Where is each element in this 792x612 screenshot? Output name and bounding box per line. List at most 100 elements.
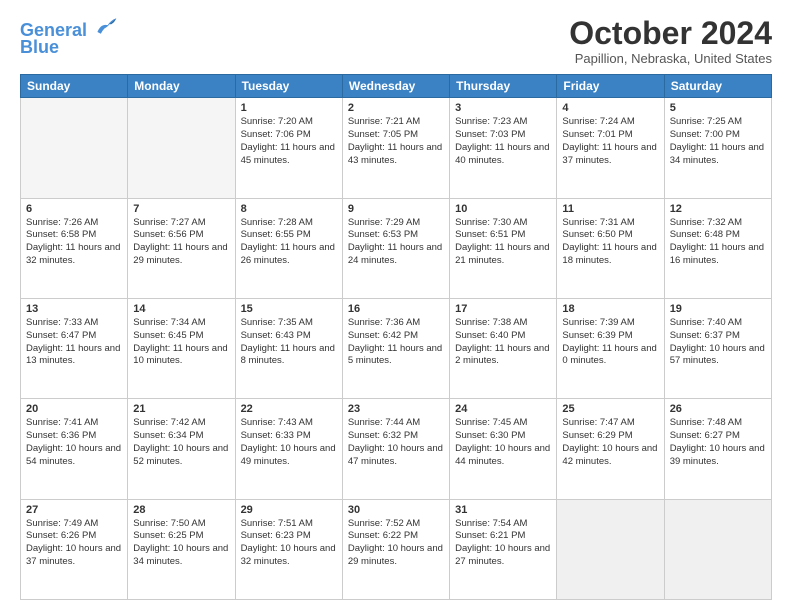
day-detail: Sunrise: 7:32 AMSunset: 6:48 PMDaylight:…	[670, 217, 766, 268]
col-header-thursday: Thursday	[450, 75, 557, 98]
calendar-cell: 22Sunrise: 7:43 AMSunset: 6:33 PMDayligh…	[235, 399, 342, 499]
day-detail: Sunrise: 7:36 AMSunset: 6:42 PMDaylight:…	[348, 317, 444, 368]
day-number: 5	[670, 102, 766, 114]
calendar-cell	[557, 499, 664, 599]
day-number: 17	[455, 303, 551, 315]
day-number: 24	[455, 403, 551, 415]
week-row-5: 27 Sunrise: 7:49 AMSunset: 6:26 PMDayligh…	[21, 499, 772, 599]
day-detail: Sunrise: 7:42 AMSunset: 6:34 PMDaylight:…	[133, 417, 229, 468]
week-row-1: 1 Sunrise: 7:20 AMSunset: 7:06 PMDaylight…	[21, 98, 772, 198]
day-number: 31	[455, 504, 551, 516]
day-number: 3	[455, 102, 551, 114]
calendar-cell: 23 Sunrise: 7:44 AMSunset: 6:32 PMDayligh…	[342, 399, 449, 499]
day-detail: Sunrise: 7:35 AMSunset: 6:43 PMDaylight:…	[241, 317, 337, 368]
day-number: 7	[133, 203, 229, 215]
day-detail: Sunrise: 7:27 AMSunset: 6:56 PMDaylight:…	[133, 217, 229, 268]
day-number: 6	[26, 203, 122, 215]
calendar-cell: 31 Sunrise: 7:54 AMSunset: 6:21 PMDayligh…	[450, 499, 557, 599]
calendar-cell: 19Sunrise: 7:40 AMSunset: 6:37 PMDayligh…	[664, 298, 771, 398]
day-number: 26	[670, 403, 766, 415]
day-detail: Sunrise: 7:38 AMSunset: 6:40 PMDaylight:…	[455, 317, 551, 368]
day-detail: Sunrise: 7:20 AMSunset: 7:06 PMDaylight:…	[241, 116, 337, 167]
day-number: 11	[562, 203, 658, 215]
calendar-cell	[664, 499, 771, 599]
day-number: 9	[348, 203, 444, 215]
calendar-table: SundayMondayTuesdayWednesdayThursdayFrid…	[20, 74, 772, 600]
day-detail: Sunrise: 7:51 AMSunset: 6:23 PMDaylight:…	[241, 518, 337, 569]
day-detail: Sunrise: 7:33 AMSunset: 6:47 PMDaylight:…	[26, 317, 122, 368]
calendar-cell: 6 Sunrise: 7:26 AMSunset: 6:58 PMDaylight…	[21, 198, 128, 298]
calendar-cell: 26 Sunrise: 7:48 AMSunset: 6:27 PMDayligh…	[664, 399, 771, 499]
day-detail: Sunrise: 7:28 AMSunset: 6:55 PMDaylight:…	[241, 217, 337, 268]
col-header-wednesday: Wednesday	[342, 75, 449, 98]
calendar-cell: 14 Sunrise: 7:34 AMSunset: 6:45 PMDayligh…	[128, 298, 235, 398]
day-detail: Sunrise: 7:24 AMSunset: 7:01 PMDaylight:…	[562, 116, 658, 167]
day-number: 1	[241, 102, 337, 114]
calendar-cell: 9Sunrise: 7:29 AMSunset: 6:53 PMDaylight…	[342, 198, 449, 298]
calendar-cell: 8 Sunrise: 7:28 AMSunset: 6:55 PMDaylight…	[235, 198, 342, 298]
week-row-4: 20 Sunrise: 7:41 AMSunset: 6:36 PMDayligh…	[21, 399, 772, 499]
day-number: 21	[133, 403, 229, 415]
col-header-saturday: Saturday	[664, 75, 771, 98]
day-number: 15	[241, 303, 337, 315]
calendar-cell: 7 Sunrise: 7:27 AMSunset: 6:56 PMDaylight…	[128, 198, 235, 298]
calendar-cell: 24 Sunrise: 7:45 AMSunset: 6:30 PMDayligh…	[450, 399, 557, 499]
day-detail: Sunrise: 7:54 AMSunset: 6:21 PMDaylight:…	[455, 518, 551, 569]
calendar-cell	[128, 98, 235, 198]
day-detail: Sunrise: 7:40 AMSunset: 6:37 PMDaylight:…	[670, 317, 766, 368]
day-number: 8	[241, 203, 337, 215]
day-number: 12	[670, 203, 766, 215]
calendar-cell: 12 Sunrise: 7:32 AMSunset: 6:48 PMDayligh…	[664, 198, 771, 298]
day-number: 14	[133, 303, 229, 315]
calendar-cell: 29 Sunrise: 7:51 AMSunset: 6:23 PMDayligh…	[235, 499, 342, 599]
logo-bird-icon	[94, 16, 118, 36]
day-detail: Sunrise: 7:21 AMSunset: 7:05 PMDaylight:…	[348, 116, 444, 167]
day-number: 22	[241, 403, 337, 415]
day-number: 18	[562, 303, 658, 315]
day-detail: Sunrise: 7:44 AMSunset: 6:32 PMDaylight:…	[348, 417, 444, 468]
day-detail: Sunrise: 7:31 AMSunset: 6:50 PMDaylight:…	[562, 217, 658, 268]
calendar-cell: 13Sunrise: 7:33 AMSunset: 6:47 PMDayligh…	[21, 298, 128, 398]
col-header-friday: Friday	[557, 75, 664, 98]
calendar-cell: 2 Sunrise: 7:21 AMSunset: 7:05 PMDaylight…	[342, 98, 449, 198]
day-number: 16	[348, 303, 444, 315]
calendar-cell: 1 Sunrise: 7:20 AMSunset: 7:06 PMDaylight…	[235, 98, 342, 198]
day-detail: Sunrise: 7:48 AMSunset: 6:27 PMDaylight:…	[670, 417, 766, 468]
calendar-cell: 21 Sunrise: 7:42 AMSunset: 6:34 PMDayligh…	[128, 399, 235, 499]
day-detail: Sunrise: 7:25 AMSunset: 7:00 PMDaylight:…	[670, 116, 766, 167]
calendar-cell: 30Sunrise: 7:52 AMSunset: 6:22 PMDayligh…	[342, 499, 449, 599]
calendar-cell: 28Sunrise: 7:50 AMSunset: 6:25 PMDayligh…	[128, 499, 235, 599]
day-detail: Sunrise: 7:45 AMSunset: 6:30 PMDaylight:…	[455, 417, 551, 468]
location: Papillion, Nebraska, United States	[569, 51, 772, 66]
calendar-cell: 16 Sunrise: 7:36 AMSunset: 6:42 PMDayligh…	[342, 298, 449, 398]
day-number: 27	[26, 504, 122, 516]
calendar-cell: 15 Sunrise: 7:35 AMSunset: 6:43 PMDayligh…	[235, 298, 342, 398]
day-detail: Sunrise: 7:34 AMSunset: 6:45 PMDaylight:…	[133, 317, 229, 368]
day-detail: Sunrise: 7:23 AMSunset: 7:03 PMDaylight:…	[455, 116, 551, 167]
header: General Blue October 2024 Papillion, Neb…	[20, 16, 772, 66]
day-detail: Sunrise: 7:39 AMSunset: 6:39 PMDaylight:…	[562, 317, 658, 368]
calendar-cell: 27 Sunrise: 7:49 AMSunset: 6:26 PMDayligh…	[21, 499, 128, 599]
day-number: 23	[348, 403, 444, 415]
col-header-monday: Monday	[128, 75, 235, 98]
month-title: October 2024	[569, 16, 772, 51]
col-header-tuesday: Tuesday	[235, 75, 342, 98]
calendar-cell: 10Sunrise: 7:30 AMSunset: 6:51 PMDayligh…	[450, 198, 557, 298]
calendar-header-row: SundayMondayTuesdayWednesdayThursdayFrid…	[21, 75, 772, 98]
day-number: 2	[348, 102, 444, 114]
day-detail: Sunrise: 7:50 AMSunset: 6:25 PMDaylight:…	[133, 518, 229, 569]
calendar-cell: 5 Sunrise: 7:25 AMSunset: 7:00 PMDaylight…	[664, 98, 771, 198]
calendar-cell: 18 Sunrise: 7:39 AMSunset: 6:39 PMDayligh…	[557, 298, 664, 398]
day-number: 20	[26, 403, 122, 415]
day-detail: Sunrise: 7:41 AMSunset: 6:36 PMDaylight:…	[26, 417, 122, 468]
day-detail: Sunrise: 7:49 AMSunset: 6:26 PMDaylight:…	[26, 518, 122, 569]
day-number: 4	[562, 102, 658, 114]
day-number: 29	[241, 504, 337, 516]
col-header-sunday: Sunday	[21, 75, 128, 98]
calendar-cell: 20 Sunrise: 7:41 AMSunset: 6:36 PMDayligh…	[21, 399, 128, 499]
calendar-cell: 25Sunrise: 7:47 AMSunset: 6:29 PMDayligh…	[557, 399, 664, 499]
day-detail: Sunrise: 7:26 AMSunset: 6:58 PMDaylight:…	[26, 217, 122, 268]
day-detail: Sunrise: 7:52 AMSunset: 6:22 PMDaylight:…	[348, 518, 444, 569]
calendar-cell: 11 Sunrise: 7:31 AMSunset: 6:50 PMDayligh…	[557, 198, 664, 298]
day-number: 10	[455, 203, 551, 215]
